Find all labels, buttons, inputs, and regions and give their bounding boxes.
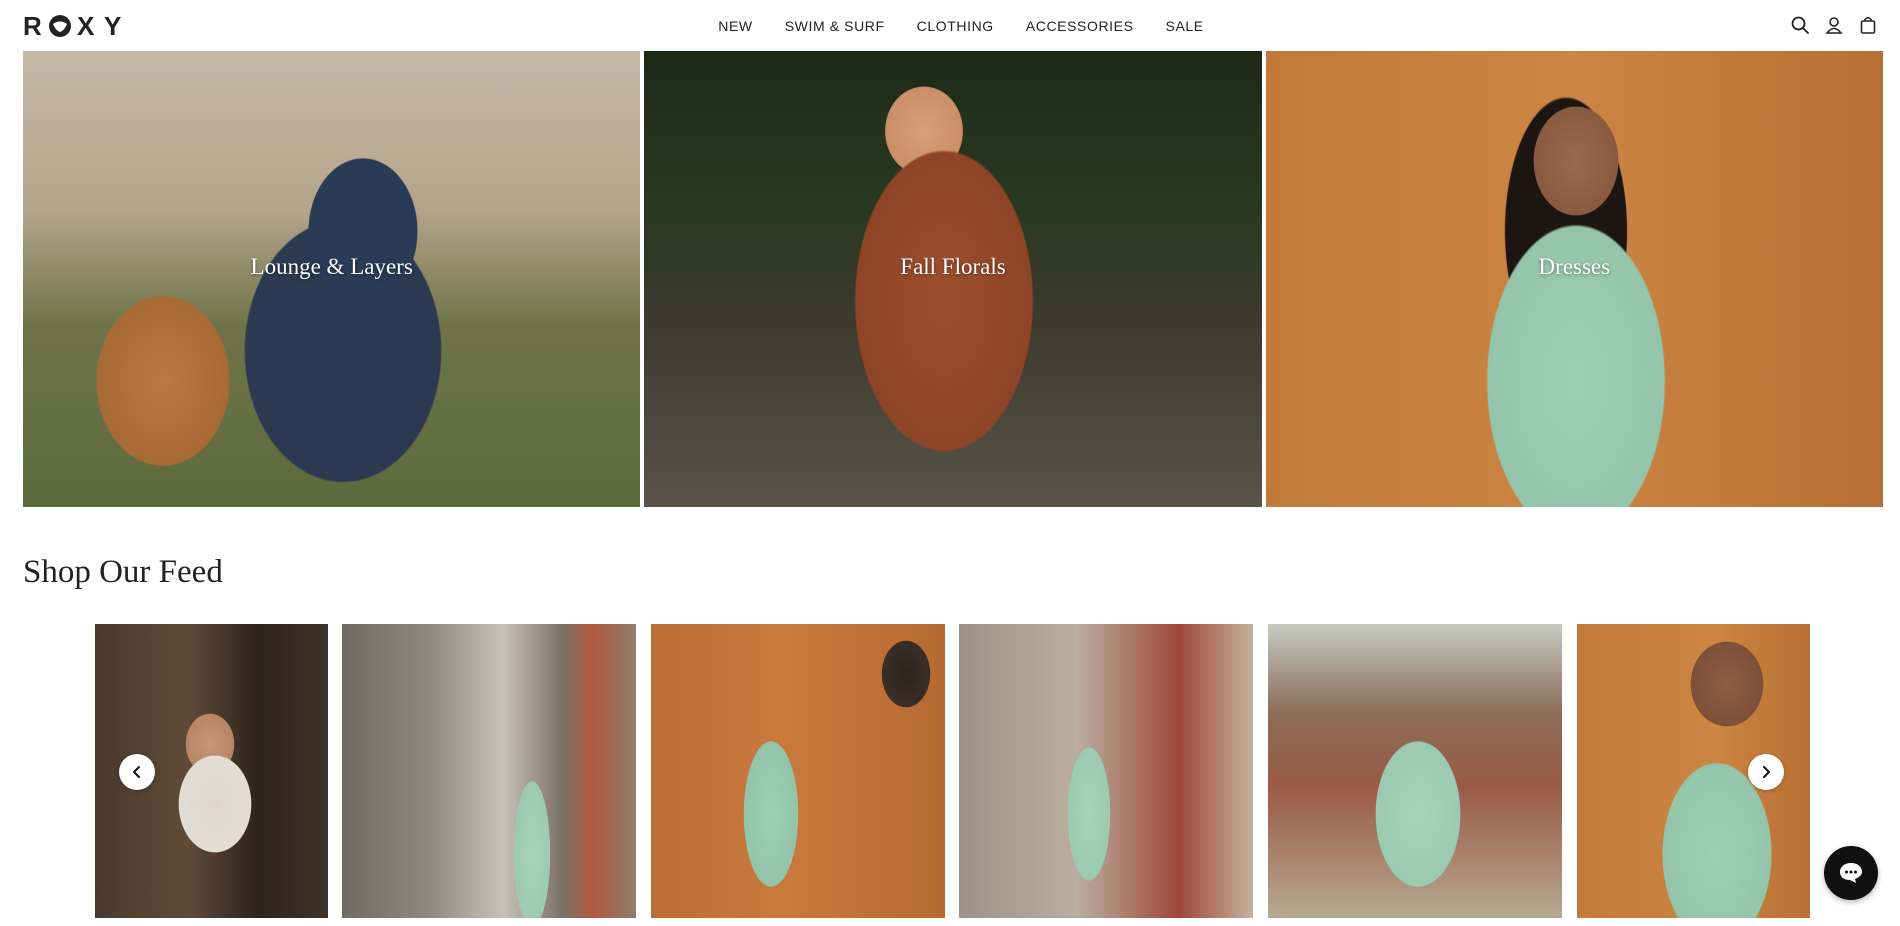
nav-item-swim-surf[interactable]: SWIM & SURF — [785, 18, 885, 34]
main-nav: NEW SWIM & SURF CLOTHING ACCESSORIES SAL… — [0, 0, 1900, 51]
search-icon[interactable] — [1790, 14, 1810, 36]
roxy-logo[interactable]: R X Y — [23, 12, 127, 40]
roxy-logo-mark: R X Y — [23, 14, 121, 38]
nav-item-accessories[interactable]: ACCESSORIES — [1026, 18, 1134, 34]
category-label: Lounge & Layers — [250, 254, 413, 279]
site-header: R X Y NEW SWIM & SURF CLOTHING ACCESSORI… — [0, 0, 1900, 51]
chevron-right-icon — [1763, 766, 1770, 778]
svg-text:X: X — [77, 14, 95, 38]
category-label: Fall Florals — [900, 254, 1006, 279]
nav-item-sale[interactable]: SALE — [1166, 18, 1204, 34]
nav-item-new[interactable]: NEW — [718, 18, 752, 34]
category-tile-lounge-layers[interactable]: Lounge & Layers — [23, 51, 641, 507]
chevron-left-icon — [133, 766, 140, 778]
category-label: Dresses — [1538, 254, 1611, 279]
header-actions — [1790, 14, 1878, 36]
carousel-next-button[interactable] — [1748, 754, 1784, 790]
feed-image[interactable] — [959, 624, 1253, 918]
category-tiles: Lounge & Layers Fall Florals Dresses — [23, 51, 1883, 507]
nav-item-clothing[interactable]: CLOTHING — [917, 18, 994, 34]
feed-image[interactable] — [1268, 624, 1562, 918]
feed-heading: Shop Our Feed — [23, 554, 223, 590]
bag-icon[interactable] — [1858, 14, 1878, 36]
carousel-prev-button[interactable] — [119, 754, 155, 790]
svg-text:Y: Y — [104, 14, 121, 38]
category-tile-dresses[interactable]: Dresses — [1265, 51, 1883, 507]
chat-bubble-icon — [1840, 863, 1862, 883]
chat-button[interactable] — [1824, 846, 1878, 900]
account-icon[interactable] — [1824, 14, 1844, 36]
svg-text:R: R — [23, 14, 42, 38]
feed-image[interactable] — [651, 624, 945, 918]
feed-carousel — [95, 624, 1810, 918]
feed-image[interactable] — [342, 624, 636, 918]
category-tile-fall-florals[interactable]: Fall Florals — [644, 51, 1262, 507]
